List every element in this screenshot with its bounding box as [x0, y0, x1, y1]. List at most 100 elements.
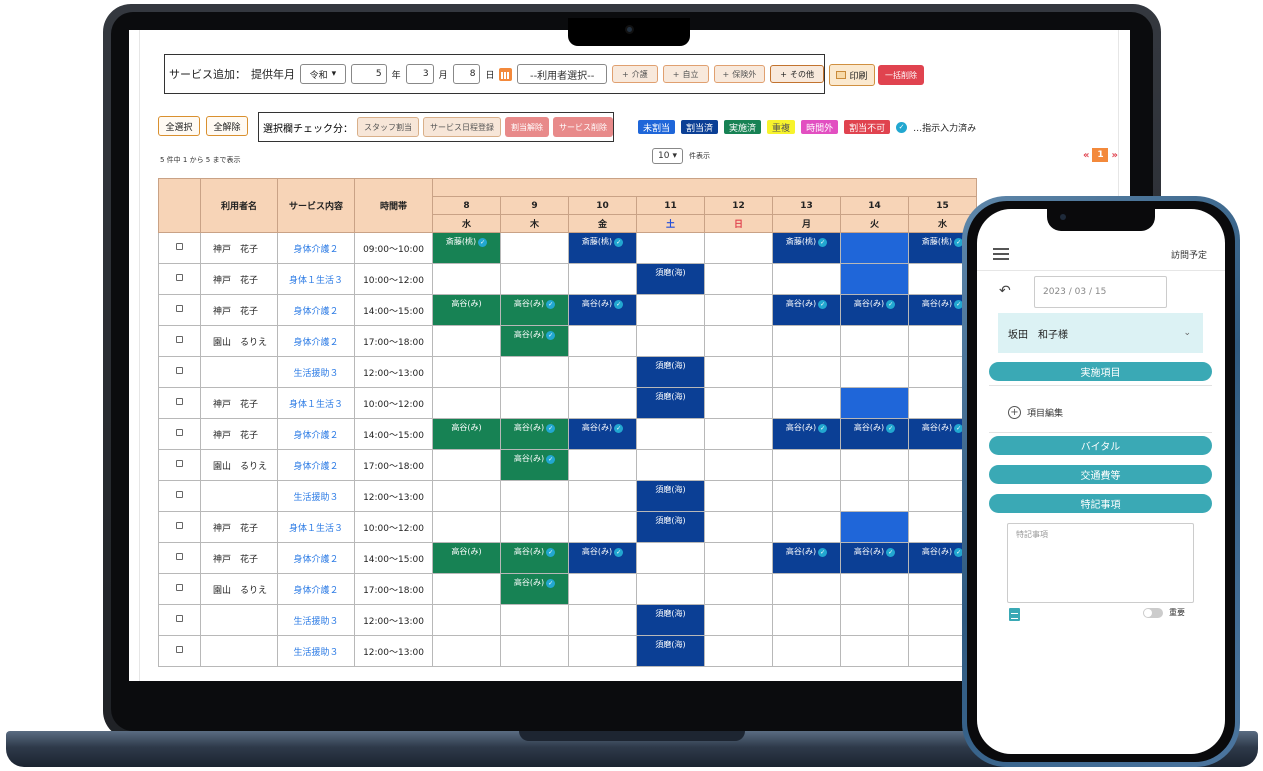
era-select[interactable]: 令和 ▾: [300, 64, 346, 84]
empty-slot[interactable]: [432, 325, 501, 357]
row-checkbox[interactable]: [176, 429, 183, 436]
schedule-event[interactable]: 斎藤(桃) ✓: [432, 232, 501, 264]
empty-slot[interactable]: [432, 604, 501, 636]
table-row[interactable]: 神戸 花子 身体１生活３ 10:00〜12:00 須磨(海): [158, 263, 977, 295]
empty-slot[interactable]: [772, 449, 841, 481]
schedule-event[interactable]: 須磨(海): [636, 604, 705, 636]
empty-slot[interactable]: [704, 387, 773, 419]
empty-slot[interactable]: [772, 511, 841, 543]
empty-slot[interactable]: [568, 480, 637, 512]
service-link[interactable]: 身体１生活３: [277, 511, 355, 543]
empty-slot[interactable]: [636, 542, 705, 574]
schedule-event[interactable]: 高谷(み) ✓: [840, 294, 909, 326]
table-row[interactable]: 生活援助３ 12:00〜13:00 須磨(海): [158, 635, 977, 667]
row-checkbox[interactable]: [176, 243, 183, 250]
empty-slot[interactable]: [772, 480, 841, 512]
table-row[interactable]: 神戸 花子 身体１生活３ 10:00〜12:00 須磨(海): [158, 511, 977, 543]
empty-slot[interactable]: [840, 573, 909, 605]
row-checkbox[interactable]: [176, 367, 183, 374]
empty-slot[interactable]: [500, 263, 569, 295]
transport-button[interactable]: 交通費等: [989, 465, 1212, 484]
empty-slot[interactable]: [432, 511, 501, 543]
empty-slot[interactable]: [704, 449, 773, 481]
row-checkbox[interactable]: [176, 646, 183, 653]
service-link[interactable]: 身体介護２: [277, 294, 355, 326]
table-row[interactable]: 神戸 花子 身体介護２ 14:00〜15:00 高谷(み) 高谷(み) ✓ 高谷(み) ✓ 高谷…: [158, 294, 977, 326]
row-checkbox[interactable]: [176, 336, 183, 343]
empty-slot[interactable]: [772, 573, 841, 605]
table-row[interactable]: 神戸 花子 身体介護２ 14:00〜15:00 高谷(み) 高谷(み) ✓ 高谷(み) ✓ 高谷…: [158, 542, 977, 574]
empty-slot[interactable]: [636, 232, 705, 264]
unassigned-slot[interactable]: [840, 387, 909, 419]
person-select[interactable]: 坂田 和子様 ⌄: [998, 313, 1203, 353]
empty-slot[interactable]: [840, 356, 909, 388]
empty-slot[interactable]: [568, 635, 637, 667]
empty-slot[interactable]: [500, 232, 569, 264]
schedule-event[interactable]: 高谷(み) ✓: [500, 294, 569, 326]
table-row[interactable]: 園山 るりえ 身体介護２ 17:00〜18:00 高谷(み) ✓: [158, 325, 977, 357]
schedule-event[interactable]: 高谷(み) ✓: [568, 294, 637, 326]
add-care-button[interactable]: + 介護: [611, 65, 658, 83]
empty-slot[interactable]: [704, 294, 773, 326]
add-other-button[interactable]: + その他: [770, 65, 825, 83]
add-uninsured-button[interactable]: + 保険外: [713, 65, 766, 83]
schedule-event[interactable]: 高谷(み) ✓: [500, 573, 569, 605]
row-checkbox[interactable]: [176, 305, 183, 312]
schedule-event[interactable]: 高谷(み) ✓: [772, 418, 841, 450]
empty-slot[interactable]: [568, 573, 637, 605]
empty-slot[interactable]: [500, 387, 569, 419]
empty-slot[interactable]: [704, 635, 773, 667]
service-link[interactable]: 身体介護２: [277, 573, 355, 605]
service-link[interactable]: 身体１生活３: [277, 263, 355, 295]
schedule-event[interactable]: 須磨(海): [636, 635, 705, 667]
row-checkbox[interactable]: [176, 615, 183, 622]
service-link[interactable]: 身体介護２: [277, 542, 355, 574]
empty-slot[interactable]: [568, 263, 637, 295]
row-checkbox[interactable]: [176, 460, 183, 467]
empty-slot[interactable]: [636, 449, 705, 481]
items-section-header[interactable]: 実施項目: [989, 362, 1212, 381]
row-checkbox[interactable]: [176, 274, 183, 281]
schedule-event[interactable]: 須磨(海): [636, 480, 705, 512]
empty-slot[interactable]: [432, 635, 501, 667]
empty-slot[interactable]: [772, 604, 841, 636]
table-row[interactable]: 園山 るりえ 身体介護２ 17:00〜18:00 高谷(み) ✓: [158, 449, 977, 481]
empty-slot[interactable]: [772, 263, 841, 295]
select-all-button[interactable]: 全選択: [158, 116, 200, 136]
date-field[interactable]: 2023 / 03 / 15: [1034, 276, 1167, 308]
staff-assign-button[interactable]: スタッフ割当: [357, 117, 419, 137]
schedule-event[interactable]: 高谷(み) ✓: [840, 418, 909, 450]
empty-slot[interactable]: [500, 604, 569, 636]
empty-slot[interactable]: [432, 449, 501, 481]
print-button[interactable]: 印刷: [829, 64, 875, 86]
row-checkbox[interactable]: [176, 522, 183, 529]
table-row[interactable]: 神戸 花子 身体介護２ 09:00〜10:00 斎藤(桃) ✓ 斎藤(桃) ✓ 斎藤(桃) ✓ 斎…: [158, 232, 977, 264]
schedule-event[interactable]: 須磨(海): [636, 387, 705, 419]
empty-slot[interactable]: [704, 511, 773, 543]
empty-slot[interactable]: [500, 356, 569, 388]
empty-slot[interactable]: [704, 604, 773, 636]
service-link[interactable]: 身体介護２: [277, 449, 355, 481]
back-icon[interactable]: ↶: [999, 283, 1011, 299]
unassigned-slot[interactable]: [840, 232, 909, 264]
schedule-event[interactable]: 高谷(み): [432, 542, 501, 574]
empty-slot[interactable]: [636, 325, 705, 357]
schedule-event[interactable]: 高谷(み) ✓: [500, 542, 569, 574]
empty-slot[interactable]: [704, 542, 773, 574]
vital-button[interactable]: バイタル: [989, 436, 1212, 455]
service-link[interactable]: 生活援助３: [277, 356, 355, 388]
empty-slot[interactable]: [772, 387, 841, 419]
bulk-delete-button[interactable]: 一括削除: [878, 65, 924, 85]
empty-slot[interactable]: [500, 635, 569, 667]
empty-slot[interactable]: [500, 511, 569, 543]
empty-slot[interactable]: [432, 480, 501, 512]
schedule-event[interactable]: 高谷(み): [432, 294, 501, 326]
schedule-event[interactable]: 高谷(み) ✓: [772, 542, 841, 574]
table-row[interactable]: 生活援助３ 12:00〜13:00 須磨(海): [158, 356, 977, 388]
empty-slot[interactable]: [840, 325, 909, 357]
schedule-event[interactable]: 高谷(み) ✓: [840, 542, 909, 574]
table-row[interactable]: 園山 るりえ 身体介護２ 17:00〜18:00 高谷(み) ✓: [158, 573, 977, 605]
empty-slot[interactable]: [432, 387, 501, 419]
important-toggle[interactable]: [1143, 607, 1163, 618]
day-input[interactable]: 8: [452, 64, 481, 84]
